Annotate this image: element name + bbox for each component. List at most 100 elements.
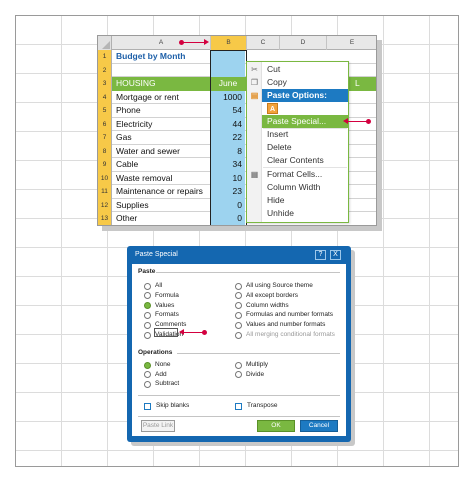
cancel-button[interactable]: Cancel bbox=[300, 420, 338, 432]
cell-a[interactable]: Mortgage or rent bbox=[116, 91, 179, 105]
radio-label-column-widths: Column widths bbox=[246, 301, 289, 309]
cell-a[interactable]: HOUSING bbox=[116, 77, 156, 91]
cell-b[interactable]: June bbox=[211, 77, 245, 91]
cell-b[interactable]: 0 bbox=[211, 212, 245, 225]
radio-subtract[interactable] bbox=[144, 380, 151, 388]
callout-line bbox=[182, 42, 205, 43]
bottom-divider bbox=[138, 395, 340, 396]
transpose-checkbox[interactable] bbox=[235, 403, 242, 410]
cell-a[interactable]: Water and sewer bbox=[116, 145, 180, 159]
radio-formula[interactable] bbox=[144, 292, 151, 300]
skip-blanks-checkbox[interactable] bbox=[144, 403, 151, 410]
row-header[interactable]: 1 bbox=[98, 50, 112, 64]
cell-a[interactable]: Gas bbox=[116, 131, 132, 145]
operations-section-divider bbox=[177, 353, 340, 354]
dialog-title: Paste Special bbox=[135, 251, 178, 258]
paste-option-button[interactable]: A bbox=[267, 103, 278, 114]
row-header[interactable]: 12 bbox=[98, 198, 112, 212]
radio-all[interactable] bbox=[144, 282, 151, 290]
menu-item-paste-special[interactable]: Paste Special... bbox=[262, 115, 348, 128]
radio-column-widths[interactable] bbox=[235, 302, 242, 310]
cell-b[interactable]: 34 bbox=[211, 158, 245, 172]
cell-b[interactable]: 22 bbox=[211, 131, 245, 145]
cell-a[interactable]: Cable bbox=[116, 158, 138, 172]
row-header[interactable]: 11 bbox=[98, 185, 112, 199]
radio-validation[interactable] bbox=[144, 331, 151, 339]
radio-label-formulas-and-number-formats: Formulas and number formats bbox=[246, 311, 334, 319]
menu-item-delete[interactable]: Delete bbox=[247, 141, 348, 154]
radio-all-merging-conditional-formats[interactable] bbox=[235, 331, 242, 339]
column-header-a[interactable]: A bbox=[112, 36, 211, 50]
clipboard-icon: ▤ bbox=[250, 91, 259, 100]
menu-item-copy[interactable]: ❐ Copy bbox=[247, 76, 348, 89]
cell-b[interactable]: 0 bbox=[211, 198, 245, 212]
column-header-c[interactable]: C bbox=[247, 36, 280, 50]
column-header-e[interactable]: E bbox=[327, 36, 376, 50]
radio-formats[interactable] bbox=[144, 311, 151, 319]
menu-item-label: Insert bbox=[267, 129, 289, 139]
radio-none[interactable] bbox=[144, 361, 151, 369]
cell-a[interactable]: Budget by Month bbox=[116, 50, 185, 64]
menu-item-column-width[interactable]: Column Width bbox=[247, 181, 348, 194]
row-header[interactable]: 6 bbox=[98, 117, 112, 131]
row-header[interactable]: 5 bbox=[98, 104, 112, 118]
radio-values-and-number-formats[interactable] bbox=[235, 321, 242, 329]
menu-item-clear-contents[interactable]: Clear Contents bbox=[247, 154, 348, 167]
paste-special-dialog: Paste Special ? X Paste All Formula Values… bbox=[127, 246, 351, 442]
radio-multiply[interactable] bbox=[235, 361, 242, 369]
row-header[interactable]: 10 bbox=[98, 171, 112, 185]
cell-b[interactable]: 8 bbox=[211, 144, 245, 158]
cell-b[interactable] bbox=[211, 63, 245, 77]
row-header[interactable]: 8 bbox=[98, 144, 112, 158]
column-header-d[interactable]: D bbox=[280, 36, 327, 50]
menu-item-unhide[interactable]: Unhide bbox=[247, 207, 348, 220]
cell-b[interactable] bbox=[211, 50, 245, 64]
cell-a[interactable]: Supplies bbox=[116, 199, 149, 213]
radio-values[interactable] bbox=[144, 302, 151, 310]
radio-label-multiply: Multiply bbox=[246, 361, 269, 368]
radio-add[interactable] bbox=[144, 371, 151, 378]
cell-a[interactable]: Phone bbox=[116, 104, 141, 118]
radio-all-using-source-theme[interactable] bbox=[235, 282, 242, 290]
ok-button[interactable]: OK bbox=[257, 420, 295, 432]
radio-label-values: Values bbox=[155, 301, 175, 309]
cell-a[interactable]: Waste removal bbox=[116, 172, 172, 186]
cell-b[interactable]: 44 bbox=[211, 117, 245, 131]
row-header[interactable]: 13 bbox=[98, 212, 112, 225]
close-button[interactable]: X bbox=[330, 250, 341, 260]
row-header[interactable]: 7 bbox=[98, 131, 112, 145]
cell-a[interactable]: Electricity bbox=[116, 118, 152, 132]
radio-comments[interactable] bbox=[144, 321, 151, 329]
row-header[interactable]: 2 bbox=[98, 63, 112, 77]
radio-formulas-and-number-formats[interactable] bbox=[235, 311, 242, 319]
column-header-b[interactable]: B bbox=[211, 36, 247, 50]
select-all-corner[interactable] bbox=[98, 36, 112, 50]
paste-link-button[interactable]: Paste Link bbox=[141, 420, 175, 432]
cell-b[interactable]: 1000 bbox=[211, 90, 245, 104]
menu-item-cut[interactable]: ✂ Cut bbox=[247, 63, 348, 76]
radio-label-values-and-number-formats: Values and number formats bbox=[246, 321, 326, 329]
radio-label-none: None bbox=[155, 361, 171, 368]
radio-divide[interactable] bbox=[235, 371, 242, 378]
cell-b[interactable]: 10 bbox=[211, 171, 245, 185]
radio-label-divide: Divide bbox=[246, 370, 265, 378]
cell-b[interactable]: 23 bbox=[211, 185, 245, 199]
menu-item-label: Hide bbox=[267, 195, 285, 205]
context-menu: ✂ Cut ❐ Copy ▤ Paste Options: A Paste Special..… bbox=[246, 61, 349, 223]
row-header[interactable]: 9 bbox=[98, 158, 112, 172]
radio-all-except-borders[interactable] bbox=[235, 292, 242, 300]
values-callout-dot bbox=[202, 330, 207, 335]
row-header[interactable]: 3 bbox=[98, 77, 112, 91]
row-header[interactable]: 4 bbox=[98, 90, 112, 104]
menu-item-hide[interactable]: Hide bbox=[247, 194, 348, 207]
menu-item-insert[interactable]: Insert bbox=[247, 128, 348, 141]
values-highlight-box bbox=[154, 328, 178, 337]
cell-a[interactable]: Maintenance or repairs bbox=[116, 185, 203, 199]
cell-b[interactable]: 54 bbox=[211, 104, 245, 118]
radio-label-formats: Formats bbox=[155, 311, 179, 319]
menu-item-label: Column Width bbox=[267, 182, 321, 192]
menu-item-label: Copy bbox=[267, 77, 287, 87]
menu-item-format-cells[interactable]: ▦ Format Cells... bbox=[247, 168, 348, 181]
help-button[interactable]: ? bbox=[315, 250, 326, 260]
cell-a[interactable]: Other bbox=[116, 212, 137, 225]
